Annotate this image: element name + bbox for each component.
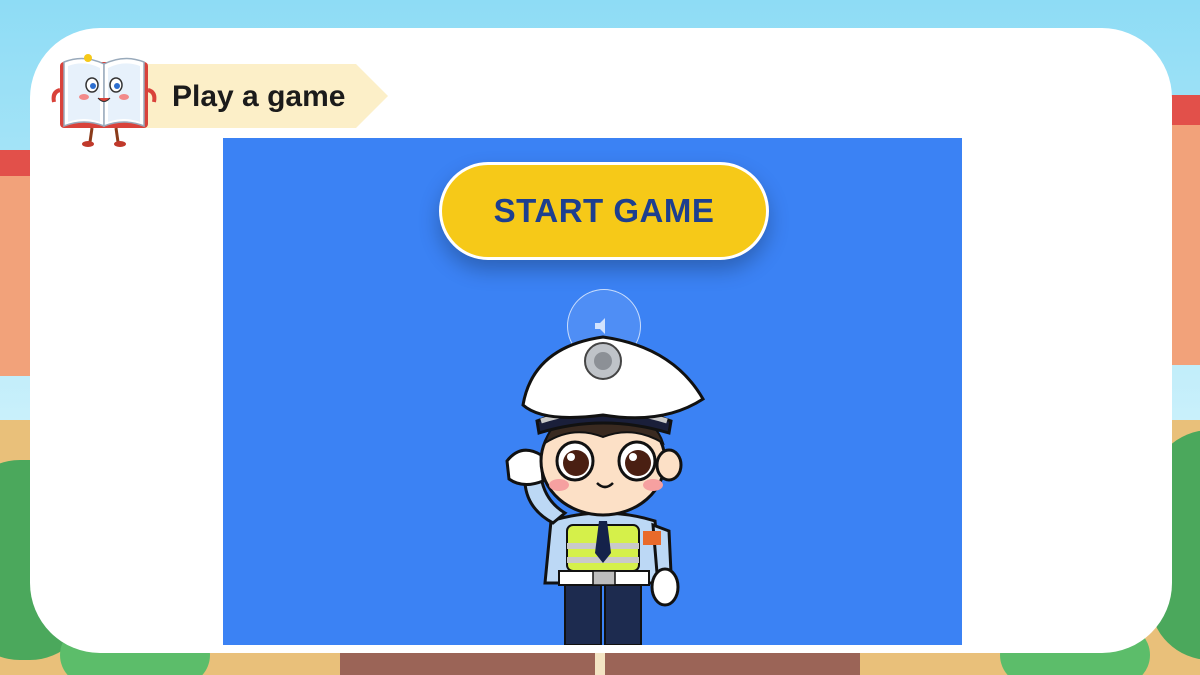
page-title: Play a game: [172, 80, 346, 113]
police-officer-character: [505, 335, 706, 645]
title-banner: Play a game: [130, 64, 388, 128]
book-mascot-icon: [50, 52, 160, 150]
start-game-button[interactable]: START GAME: [439, 162, 769, 260]
game-area[interactable]: START GAME: [223, 138, 962, 645]
